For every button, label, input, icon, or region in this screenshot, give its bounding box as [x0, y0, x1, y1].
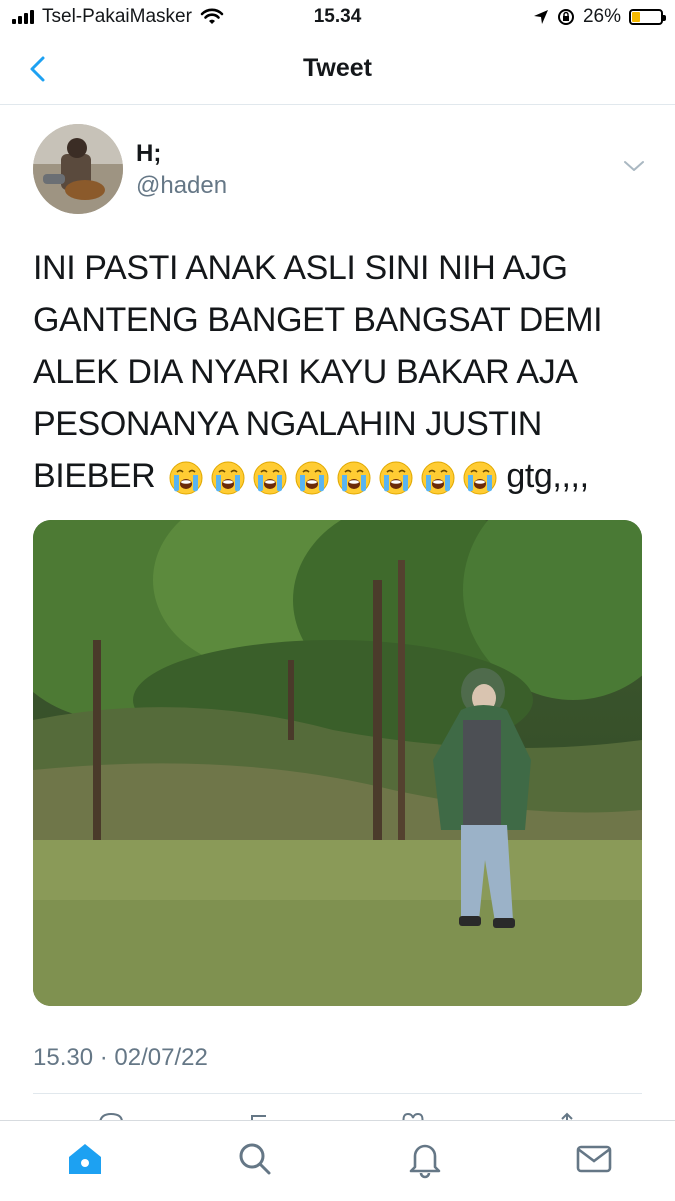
search-icon[interactable] [235, 1139, 275, 1179]
loudly-crying-face-emoji [337, 461, 371, 495]
page-title: Tweet [303, 54, 372, 82]
avatar[interactable] [33, 124, 123, 214]
chevron-down-icon[interactable] [623, 158, 645, 174]
battery-percent: 26% [582, 6, 621, 27]
user-handle[interactable]: @haden [136, 172, 227, 200]
location-arrow-icon [533, 10, 548, 24]
loudly-crying-face-emoji [379, 461, 413, 495]
loudly-crying-face-emoji [463, 461, 497, 495]
emoji-row [168, 460, 498, 496]
messages-icon[interactable] [574, 1139, 614, 1179]
battery-icon [629, 9, 666, 25]
home-icon[interactable] [65, 1139, 105, 1179]
status-bar: Tsel-PakaiMasker 15.34 26% [0, 0, 675, 36]
tab-bar [0, 1120, 675, 1201]
rotation-lock-icon [557, 9, 574, 25]
display-name[interactable]: H; [136, 140, 161, 168]
loudly-crying-face-emoji [169, 461, 203, 495]
loudly-crying-face-emoji [421, 461, 455, 495]
loudly-crying-face-emoji [253, 461, 287, 495]
loudly-crying-face-emoji [295, 461, 329, 495]
divider [33, 1093, 642, 1094]
notifications-icon[interactable] [405, 1139, 445, 1179]
tweet-text: INI PASTI ANAK ASLI SINI NIH AJG GANTENG… [33, 242, 643, 502]
tweet-trailing-text: gtg,,,, [506, 457, 589, 495]
status-right: 26% [533, 6, 666, 28]
loudly-crying-face-emoji [211, 461, 245, 495]
tweet-timestamp: 15.30 · 02/07/22 [33, 1044, 208, 1071]
navigation-bar: Tweet [0, 36, 675, 105]
tweet-photo[interactable] [33, 520, 642, 1006]
